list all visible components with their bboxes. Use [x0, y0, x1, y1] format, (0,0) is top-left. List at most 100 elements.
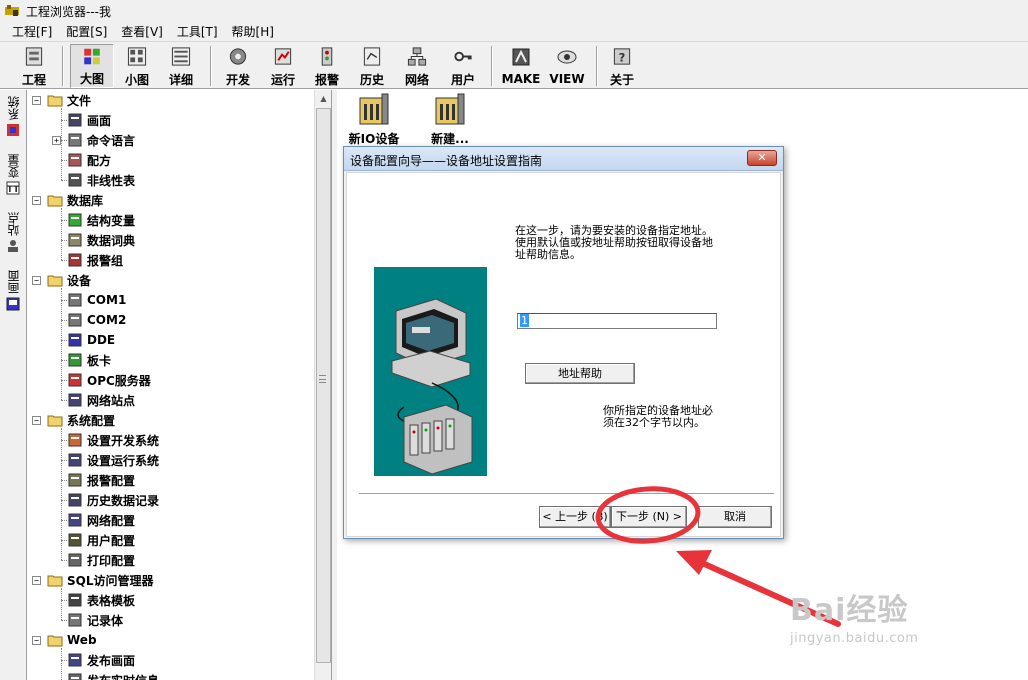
tree-item[interactable]: − Web [32, 630, 97, 650]
tree-scrollbar[interactable]: ▲ [314, 90, 331, 680]
toolbar-separator [210, 46, 212, 86]
details-button[interactable]: 详细 [161, 44, 201, 88]
app-icon [5, 5, 19, 16]
make-icon [512, 48, 530, 66]
tree-node-icon [68, 253, 82, 267]
address-help-button[interactable]: 地址帮助 [525, 363, 635, 384]
tree-connector [61, 380, 69, 381]
menu-help[interactable]: 帮助[H] [232, 23, 274, 40]
collapse-icon[interactable]: − [32, 195, 41, 205]
develop-icon [229, 48, 247, 65]
svg-text:TT: TT [7, 185, 20, 195]
about-button[interactable]: ? 关于 [602, 44, 642, 88]
tree-item-label: 网络站点 [87, 393, 136, 408]
stations-icon [8, 240, 18, 252]
tree-node-icon [68, 653, 82, 667]
tree-connector [61, 460, 69, 461]
project-icon [25, 47, 43, 66]
tree-node-icon [68, 473, 82, 487]
details-icon [171, 47, 191, 66]
small-icons-icon [127, 47, 147, 66]
small-icon-button[interactable]: 小图 [117, 44, 157, 88]
tree-connector [61, 220, 69, 221]
collapse-icon[interactable]: − [32, 415, 41, 425]
tab-screens[interactable]: 画面 [2, 270, 24, 311]
device-address-input[interactable]: 1 [517, 313, 717, 329]
collapse-icon[interactable]: − [32, 575, 41, 585]
collapse-icon[interactable]: − [32, 635, 41, 645]
project-button[interactable]: 工程 [14, 44, 54, 88]
window-title: 工程浏览器---我 [26, 4, 111, 19]
tree-item-label: 设备 [67, 273, 92, 288]
tree-connector [61, 600, 69, 601]
history-button[interactable]: 历史 [352, 44, 392, 88]
user-button[interactable]: 用户 [443, 44, 483, 88]
menu-config[interactable]: 配置[S] [66, 23, 107, 40]
tree-item-label: 设置运行系统 [87, 453, 160, 468]
tab-variables[interactable]: 变量 TT [2, 154, 24, 195]
project-tree: − 文件 画面 + 命令语言 配方 非线性表 − 数据库 结构变量 数据词典 报警组 − 设备 COM1 CO… [28, 90, 314, 680]
menu-tools[interactable]: 工具[T] [177, 23, 218, 40]
tree-item-label: OPC服务器 [87, 373, 151, 388]
tree-connector [61, 340, 69, 341]
large-icon-button[interactable]: 大图 [70, 44, 114, 88]
run-button[interactable]: 运行 [263, 44, 303, 88]
tree-connector [61, 108, 62, 180]
tree-node-icon [68, 613, 82, 627]
collapse-icon[interactable]: − [32, 275, 41, 285]
expand-icon[interactable]: + [52, 135, 61, 145]
menu-project[interactable]: 工程[F] [12, 23, 52, 40]
menu-bar: 工程[F] 配置[S] 查看[V] 工具[T] 帮助[H] [0, 22, 1028, 42]
tree-item[interactable]: 发布实时信息 [52, 670, 159, 680]
tree-item-label: 非线性表 [87, 173, 136, 188]
history-icon [363, 47, 381, 66]
tree-connector [61, 500, 69, 501]
io-device-icon [359, 93, 389, 125]
collapse-icon[interactable]: − [32, 95, 41, 105]
scroll-up-arrow[interactable]: ▲ [316, 91, 331, 107]
tree-node-icon [68, 353, 82, 367]
tree-connector [61, 440, 69, 441]
tree-connector [61, 320, 69, 321]
tree-item[interactable]: − 设备 [32, 270, 91, 290]
make-button[interactable]: MAKE [499, 44, 543, 88]
dialog-title-bar[interactable]: 设备配置向导——设备地址设置指南 ✕ [344, 147, 783, 171]
back-button[interactable]: < 上一步 (B) [539, 506, 611, 528]
tree-item-label: COM1 [87, 293, 127, 307]
tree-item-label: 数据词典 [87, 233, 136, 248]
tree-node-icon [68, 393, 82, 407]
tab-system[interactable]: 系统 [2, 96, 24, 137]
tree-item[interactable]: − 文件 [32, 90, 91, 110]
variables-icon: TT [6, 181, 20, 195]
tree-item[interactable]: − 系统配置 [32, 410, 115, 430]
new-device-item[interactable]: 新建... [415, 90, 485, 147]
dialog-close-button[interactable]: ✕ [747, 150, 777, 166]
tree-item-label: 设置开发系统 [87, 433, 160, 448]
menu-view[interactable]: 查看[V] [121, 23, 163, 40]
tab-stations[interactable]: 站点 [2, 212, 24, 253]
tree-node-icon [68, 533, 82, 547]
tree-item-label: 历史数据记录 [87, 493, 160, 508]
next-button[interactable]: 下一步 (N) > [611, 506, 687, 528]
alarm-button[interactable]: 报警 [307, 44, 347, 88]
view-icon [557, 50, 577, 64]
dialog-divider [359, 493, 774, 495]
tree-connector [61, 480, 69, 481]
folder-icon [47, 195, 63, 207]
network-icon [407, 47, 427, 66]
tree-connector [61, 620, 69, 621]
tree-node-icon [68, 173, 82, 187]
tree-item[interactable]: − SQL访问管理器 [32, 570, 154, 590]
tree-item-label: 发布实时信息 [87, 672, 159, 680]
tree-item[interactable]: − 数据库 [32, 190, 103, 210]
tree-node-icon [68, 493, 82, 507]
network-button[interactable]: 网络 [397, 44, 437, 88]
cancel-button[interactable]: 取消 [698, 506, 772, 528]
view-button[interactable]: VIEW [545, 44, 589, 88]
develop-button[interactable]: 开发 [218, 44, 258, 88]
tree-node-icon [68, 313, 82, 327]
new-io-device-item[interactable]: 新IO设备 [339, 90, 409, 147]
svg-text:?: ? [619, 50, 626, 64]
tree-node-icon [68, 133, 82, 147]
scroll-thumb[interactable] [316, 108, 331, 663]
